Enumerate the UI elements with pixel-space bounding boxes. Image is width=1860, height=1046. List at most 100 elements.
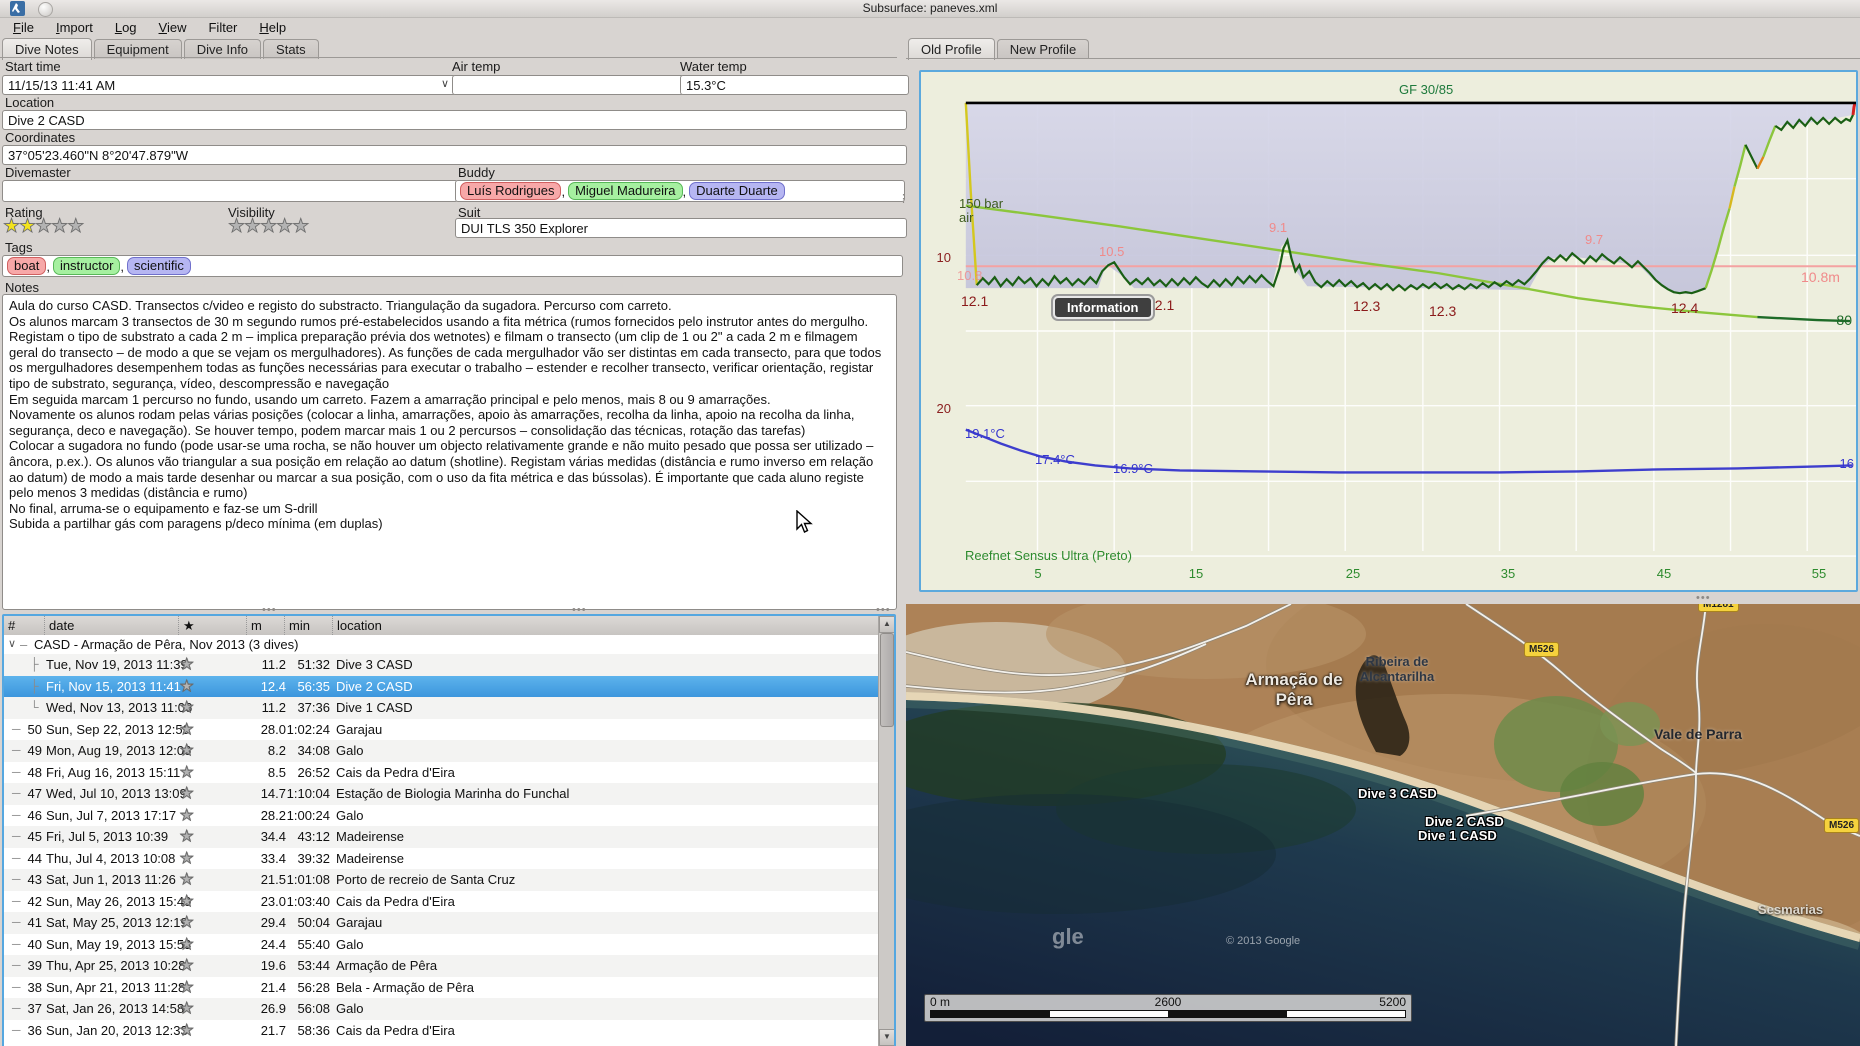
dive-date: Fri, Jul 5, 2013 10:39 bbox=[46, 829, 169, 844]
menu-help[interactable]: Help bbox=[248, 18, 297, 38]
dive-site-marker[interactable]: Dive 2 CASD bbox=[1425, 814, 1504, 829]
dive-profile-chart[interactable]: GF 30/85 150 bar air 80 10 20 10.8 10.8m… bbox=[919, 70, 1858, 592]
road-badge-m526: M526 bbox=[1524, 642, 1560, 657]
dive-site-marker[interactable]: Dive 1 CASD bbox=[1418, 828, 1497, 843]
menu-file[interactable]: File bbox=[2, 18, 45, 38]
col-number[interactable]: # bbox=[4, 616, 46, 635]
dive-date: Sat, Jun 1, 2013 11:26 bbox=[46, 872, 176, 887]
map-label-river: Ribeira de Alcantarilha bbox=[1359, 654, 1435, 684]
dive-site-map[interactable]: Armação de Pêra Ribeira de Alcantarilha … bbox=[906, 604, 1860, 1046]
pill-boat[interactable]: boat bbox=[7, 257, 47, 275]
dive-trip-row[interactable]: ∨ – CASD - Armação de Pêra, Nov 2013 (3 … bbox=[4, 635, 879, 654]
dive-duration: 39:32 bbox=[297, 850, 330, 866]
dive-duration: 1:02:24 bbox=[286, 721, 330, 737]
dive-row[interactable]: ─ 36 Sun, Jan 20, 2013 12:33 ★ ★ ★ ★ ★ 21.7 58:36… bbox=[4, 1020, 879, 1042]
dive-row[interactable]: ─ 41 Sat, May 25, 2013 12:19 ★ ★ ★ ★ ★ 29.4 50:04… bbox=[4, 912, 879, 934]
road-badge-m526: M526 bbox=[1824, 818, 1860, 833]
dive-row[interactable]: ─ 40 Sun, May 19, 2013 15:53 ★ ★ ★ ★ ★ 24.4 55:40… bbox=[4, 934, 879, 956]
rating-stars[interactable]: ★★★★★ bbox=[3, 215, 85, 238]
dive-number: 48 bbox=[27, 764, 42, 780]
profile-tabstrip: Old Profile New Profile bbox=[908, 37, 1091, 60]
col-date[interactable]: date bbox=[44, 616, 181, 635]
dive-row[interactable]: ─ 43 Sat, Jun 1, 2013 11:26 ★ ★ ★ ★ ★ 21.5 1:01:0… bbox=[4, 869, 879, 891]
menu-filter[interactable]: Filter bbox=[197, 18, 248, 38]
collapse-caret-icon[interactable]: ∨ bbox=[8, 635, 16, 654]
dive-row[interactable]: ─ 48 Fri, Aug 16, 2013 15:11 ★ ★ ★ ★ ★ 8.5 26:52 C… bbox=[4, 762, 879, 784]
pill-instructor[interactable]: instructor bbox=[52, 257, 121, 275]
start-time-combo[interactable]: 11/15/13 11:41 AM ∨ bbox=[2, 75, 456, 95]
dive-row[interactable]: └ Wed, Nov 13, 2013 11:06 ★ ★ ★ ★ ★ 11.2 37:36 Di… bbox=[4, 697, 879, 719]
scroll-down-icon[interactable]: ▼ bbox=[879, 1029, 894, 1046]
tab-new-profile[interactable]: New Profile bbox=[996, 39, 1090, 59]
dive-location: Galo bbox=[336, 743, 364, 758]
map-splitter-handle[interactable]: ••• bbox=[1696, 592, 1711, 604]
col-stars[interactable]: ★ bbox=[178, 616, 249, 635]
tree-branch: – bbox=[20, 637, 28, 652]
temp-label: 17.4°C bbox=[1035, 452, 1075, 467]
tab-dive-info[interactable]: Dive Info bbox=[183, 39, 262, 59]
coordinates-input[interactable]: 37°05'23.460"N 8°20'47.879"W bbox=[2, 145, 907, 165]
pill-duarte-duarte[interactable]: Duarte Duarte bbox=[689, 182, 785, 200]
dive-date: Sun, May 26, 2013 15:40 bbox=[46, 893, 192, 909]
tags-label: Tags bbox=[5, 240, 33, 255]
pill-scientific[interactable]: scientific bbox=[127, 257, 191, 275]
dive-list: # date ★ m min location ∨ – CASD - Armaç… bbox=[2, 614, 896, 1046]
dive-duration: 55:40 bbox=[297, 936, 330, 952]
dive-location: Dive 3 CASD bbox=[336, 657, 413, 672]
suit-input[interactable]: DUI TLS 350 Explorer bbox=[455, 218, 907, 238]
dive-row[interactable]: ─ 44 Thu, Jul 4, 2013 10:08 ★ ★ ★ ★ ★ 33.4 39:32 M… bbox=[4, 848, 879, 870]
dive-date: Sun, Sep 22, 2013 12:59 bbox=[46, 721, 190, 737]
visibility-stars[interactable]: ★★★★★ bbox=[228, 215, 310, 238]
water-temp-input[interactable]: 15.3°C bbox=[680, 75, 909, 95]
dive-number: 42 bbox=[27, 893, 42, 909]
dive-row[interactable]: ├ Tue, Nov 19, 2013 11:39 ★ ★ ★ ★ ★ 11.2 51:32 Di… bbox=[4, 654, 879, 676]
col-duration[interactable]: min bbox=[284, 616, 335, 635]
dive-number: 38 bbox=[27, 979, 42, 995]
start-time-value: 11/15/13 11:41 AM bbox=[8, 77, 116, 93]
pressure-start-label: 150 bar bbox=[959, 196, 1004, 211]
menu-view[interactable]: View bbox=[148, 18, 198, 38]
tab-equipment[interactable]: Equipment bbox=[93, 39, 182, 59]
notes-textarea[interactable]: Aula do curso CASD. Transectos c/video e… bbox=[2, 294, 897, 610]
dive-number: 36 bbox=[27, 1022, 42, 1038]
dive-date: Mon, Aug 19, 2013 12:06 bbox=[46, 743, 192, 758]
depth-tick-20: 20 bbox=[936, 401, 951, 416]
tab-stats[interactable]: Stats bbox=[263, 39, 319, 59]
dive-row[interactable]: ─ 46 Sun, Jul 7, 2013 17:17 ★ ★ ★ ★ ★ 28.2 1:00:2… bbox=[4, 805, 879, 827]
dive-row[interactable]: ─ 37 Sat, Jan 26, 2013 14:58 ★ ★ ★ ★ ★ 26.9 56:08… bbox=[4, 998, 879, 1020]
buddy-input[interactable]: Luís Rodrigues, Miguel Madureira, Duarte D… bbox=[455, 180, 905, 202]
air-temp-input[interactable] bbox=[452, 75, 684, 95]
air-temp-label: Air temp bbox=[452, 59, 501, 74]
dive-row[interactable]: ─ 45 Fri, Jul 5, 2013 10:39 ★ ★ ★ ★ ★ 34.4 43:12 M… bbox=[4, 826, 879, 848]
dive-row[interactable]: ├ Fri, Nov 15, 2013 11:41 ★ ★ ★ ★ ★ 12.4 56:35 Di… bbox=[4, 675, 879, 697]
pill-luís-rodrigues[interactable]: Luís Rodrigues bbox=[460, 182, 562, 200]
dive-location: Dive 2 CASD bbox=[336, 678, 413, 694]
menu-log[interactable]: Log bbox=[104, 18, 148, 38]
pill-miguel-madureira[interactable]: Miguel Madureira bbox=[568, 182, 683, 200]
location-input[interactable]: Dive 2 CASD bbox=[2, 110, 907, 130]
dive-list-scrollbar[interactable]: ▲ ▼ bbox=[878, 616, 894, 1046]
dive-row[interactable]: ─ 50 Sun, Sep 22, 2013 12:59 ★ ★ ★ ★ ★ 28.0 1:02:… bbox=[4, 719, 879, 741]
dive-row[interactable]: ─ 38 Sun, Apr 21, 2013 11:28 ★ ★ ★ ★ ★ 21.4 56:28… bbox=[4, 977, 879, 999]
dive-site-marker[interactable]: Dive 3 CASD bbox=[1358, 786, 1437, 801]
divemaster-input[interactable] bbox=[2, 180, 458, 202]
tags-input[interactable]: boat, instructor, scientific bbox=[2, 255, 903, 277]
dive-row[interactable]: ─ 47 Wed, Jul 10, 2013 13:09 ★ ★ ★ ★ ★ 14.7 1:10:… bbox=[4, 783, 879, 805]
scale-mid: 2600 bbox=[1154, 995, 1182, 1009]
window-title: Subsurface: paneves.xml bbox=[862, 1, 998, 15]
dive-row[interactable]: ─ 39 Thu, Apr 25, 2013 10:28 ★ ★ ★ ★ ★ 19.6 53:44… bbox=[4, 955, 879, 977]
col-depth[interactable]: m bbox=[246, 616, 287, 635]
scroll-up-icon[interactable]: ▲ bbox=[879, 616, 894, 633]
dive-location: Porto de recreio de Santa Cruz bbox=[336, 872, 516, 887]
col-location[interactable]: location bbox=[332, 616, 637, 635]
dive-row[interactable]: ─ 49 Mon, Aug 19, 2013 12:06 ★ ★ ★ ★ ★ 8.2 34:08 G… bbox=[4, 740, 879, 762]
map-label-vale-de-parra: Vale de Parra bbox=[1654, 726, 1742, 742]
dive-row[interactable]: ─ 42 Sun, May 26, 2013 15:40 ★ ★ ★ ★ ★ 23.0 1:03:… bbox=[4, 891, 879, 913]
menu-import[interactable]: Import bbox=[45, 18, 104, 38]
scrollbar-thumb[interactable] bbox=[880, 633, 894, 727]
titlebar[interactable]: Subsurface: paneves.xml bbox=[0, 0, 1860, 18]
vertical-splitter-handle[interactable]: ⋮ bbox=[898, 192, 910, 205]
tab-old-profile[interactable]: Old Profile bbox=[908, 38, 995, 60]
dive-location: Bela - Armação de Pêra bbox=[336, 979, 475, 995]
information-tooltip[interactable]: Information bbox=[1053, 296, 1153, 319]
